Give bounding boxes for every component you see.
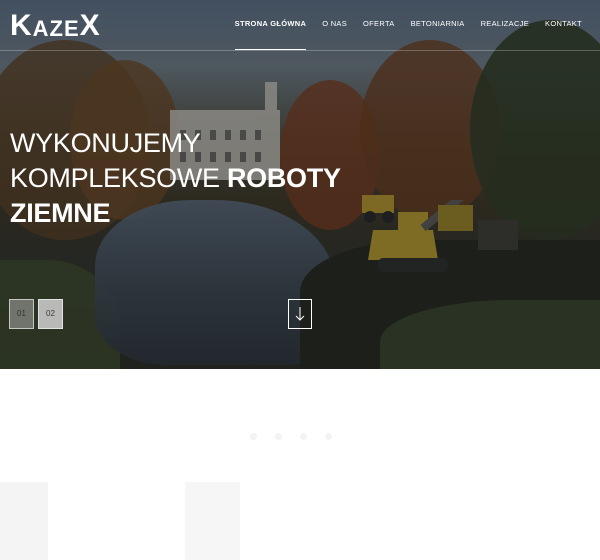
scroll-down-button[interactable] — [288, 299, 312, 329]
slide-button-02[interactable]: 02 — [38, 299, 63, 329]
hero-headline: WYKONUJEMY KOMPLEKSOWE ROBOTY ZIEMNE — [10, 126, 341, 231]
dot — [275, 433, 282, 440]
nav-item-betoniarnia[interactable]: BETONIARNIA — [403, 0, 473, 50]
nav-item-o-nas[interactable]: O NAS — [314, 0, 355, 50]
placeholder-block — [185, 482, 240, 560]
nav-item-oferta[interactable]: OFERTA — [355, 0, 403, 50]
headline-line-3: ZIEMNE — [10, 198, 111, 228]
site-header: K AZE X STRONA GŁÓWNA O NAS OFERTA BETON… — [0, 0, 600, 51]
logo-letter: X — [79, 9, 101, 42]
loading-dots — [250, 433, 332, 440]
dot — [300, 433, 307, 440]
dot — [325, 433, 332, 440]
headline-line-1: WYKONUJEMY — [10, 128, 201, 158]
main-nav: STRONA GŁÓWNA O NAS OFERTA BETONIARNIA R… — [227, 0, 590, 50]
placeholder-block — [0, 482, 48, 560]
logo-letter: K — [10, 9, 33, 42]
headline-regular: KOMPLEKSOWE — [10, 163, 227, 193]
dot — [250, 433, 257, 440]
nav-item-kontakt[interactable]: KONTAKT — [537, 0, 590, 50]
brand-logo[interactable]: K AZE X — [10, 9, 101, 41]
nav-item-realizacje[interactable]: REALIZACJE — [473, 0, 537, 50]
logo-letters: AZE — [32, 16, 80, 41]
headline-bold: ROBOTY — [226, 163, 341, 193]
nav-item-strona-glowna[interactable]: STRONA GŁÓWNA — [227, 0, 315, 50]
headline-line-2: KOMPLEKSOWE ROBOTY — [10, 161, 341, 196]
slide-button-01[interactable]: 01 — [9, 299, 34, 329]
arrow-down-icon — [295, 307, 305, 321]
